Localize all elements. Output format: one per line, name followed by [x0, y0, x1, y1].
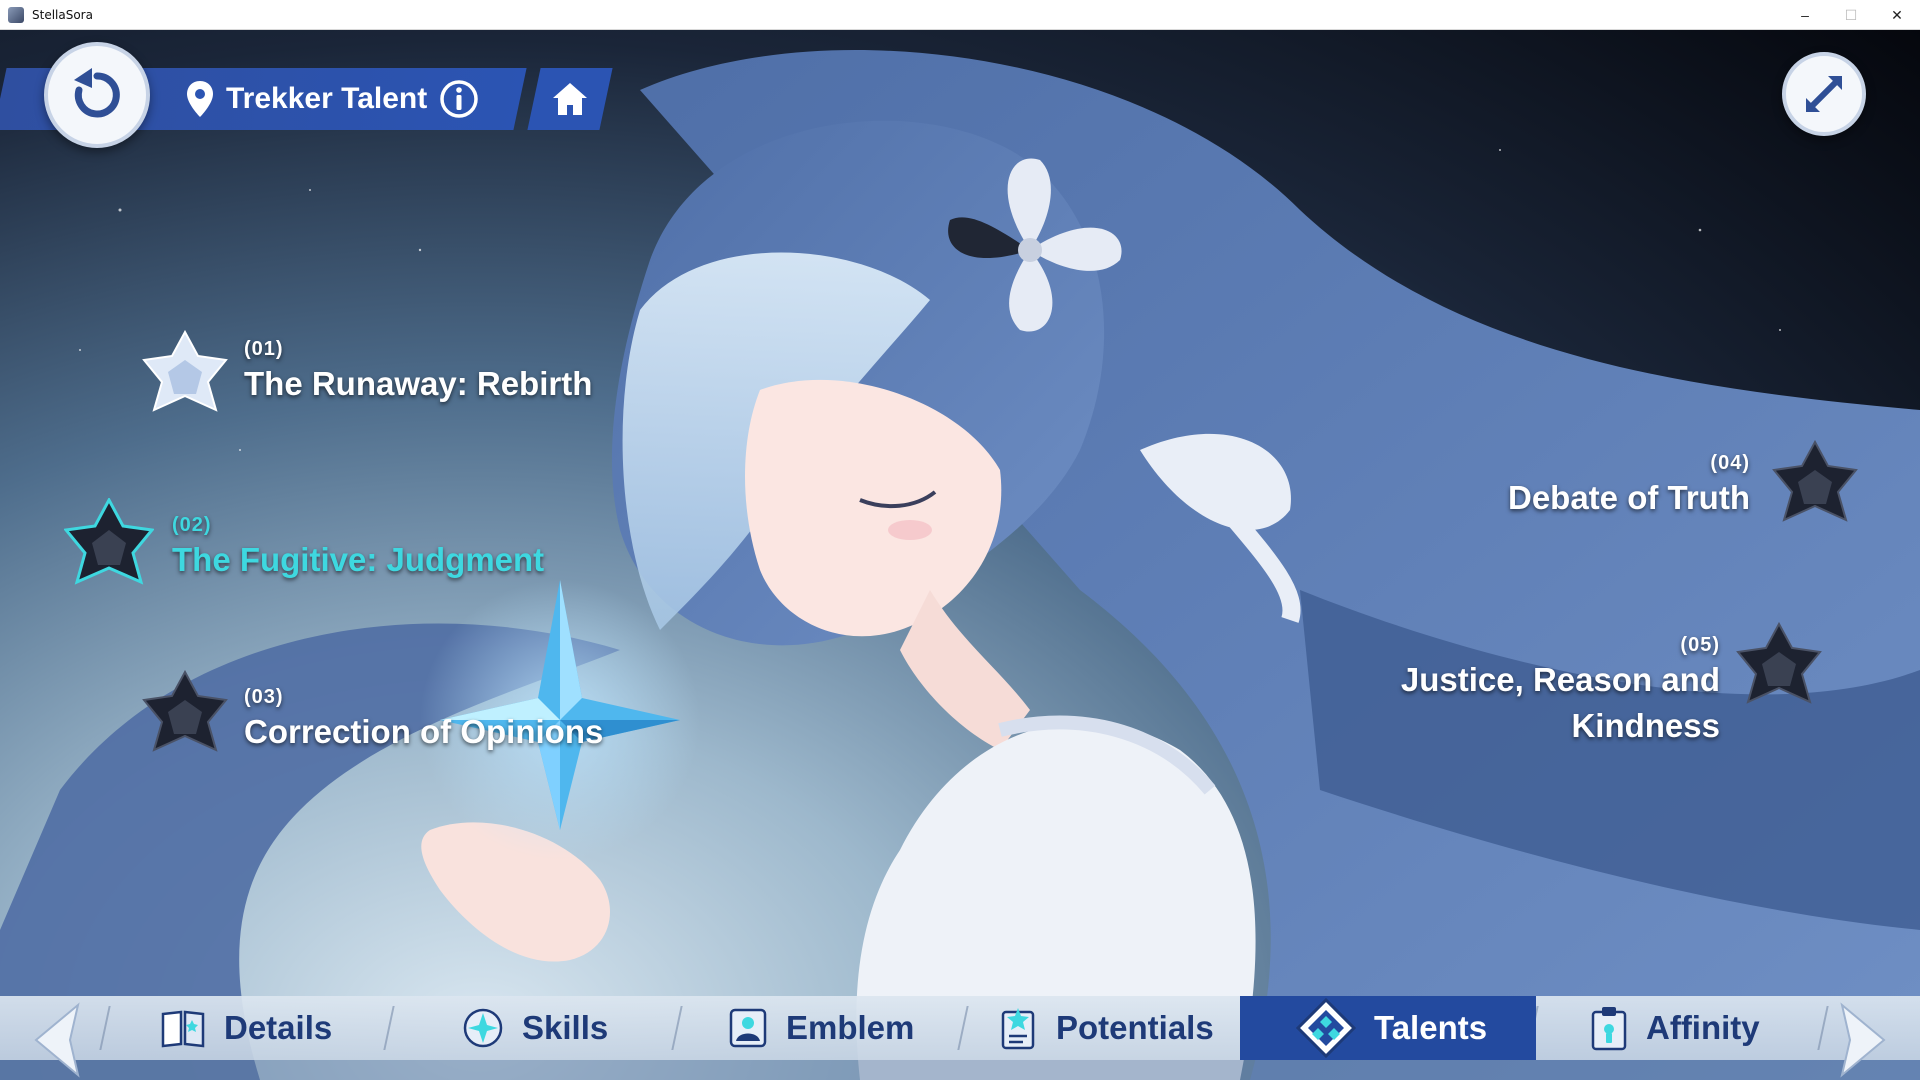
talent-gem-icon-03[interactable] [142, 670, 228, 766]
prev-arrow-button[interactable] [28, 1000, 84, 1080]
talent-gem-icon-05[interactable] [1736, 622, 1822, 718]
back-button[interactable] [44, 42, 150, 148]
home-button[interactable] [527, 68, 613, 130]
talent-gem-icon-01[interactable] [142, 330, 228, 426]
book-icon [161, 1010, 205, 1048]
page-title: Trekker Talent [226, 82, 428, 115]
talent-gem-icon-02[interactable] [64, 498, 154, 598]
portrait-icon [729, 1008, 767, 1048]
chevron-left-icon [34, 1002, 80, 1078]
expand-arrows-icon [1806, 76, 1842, 112]
talent-item-01[interactable]: (01) The Runaway: Rebirth [244, 338, 592, 403]
page-header: Trekker Talent [186, 68, 479, 130]
talent-gem-icon-04[interactable] [1772, 440, 1858, 536]
tab-details[interactable]: Details [160, 996, 332, 1060]
card-icon [1001, 1008, 1035, 1050]
bottom-strip [0, 1060, 1920, 1080]
tab-emblem[interactable]: Emblem [728, 996, 914, 1060]
window-titlebar: StellaSora – ☐ ✕ [0, 0, 1920, 30]
app-icon [8, 6, 24, 23]
clipboard-icon [1591, 1007, 1627, 1051]
star-badge-icon [463, 1008, 503, 1048]
minimize-button[interactable]: – [1782, 0, 1828, 30]
home-icon [553, 83, 587, 115]
game-scene: Trekker Talent (01) The Runaway: Rebirth… [0, 30, 1920, 1080]
talent-item-05[interactable]: (05) Justice, Reason and Kindness [1401, 634, 1720, 745]
tab-potentials[interactable]: Potentials [998, 996, 1214, 1060]
diamond-icon [1296, 998, 1356, 1058]
talent-item-02[interactable]: (02) The Fugitive: Judgment [172, 514, 544, 579]
tab-talents[interactable]: Talents [1240, 996, 1536, 1060]
chevron-right-icon [1840, 1002, 1886, 1078]
location-pin-icon [187, 81, 213, 117]
window-controls: – ☐ ✕ [1782, 0, 1920, 30]
window-title: StellaSora [32, 7, 93, 22]
talent-item-04[interactable]: (04) Debate of Truth [1508, 452, 1750, 517]
tab-affinity[interactable]: Affinity [1590, 996, 1760, 1060]
talent-item-03[interactable]: (03) Correction of Opinions [244, 686, 603, 751]
close-button[interactable]: ✕ [1874, 0, 1920, 30]
tab-skills[interactable]: Skills [462, 996, 608, 1060]
back-arrow-icon [74, 68, 120, 118]
fullscreen-button[interactable] [1782, 52, 1866, 136]
maximize-button[interactable]: ☐ [1828, 0, 1874, 30]
next-arrow-button[interactable] [1836, 1000, 1892, 1080]
info-icon[interactable] [439, 79, 479, 119]
